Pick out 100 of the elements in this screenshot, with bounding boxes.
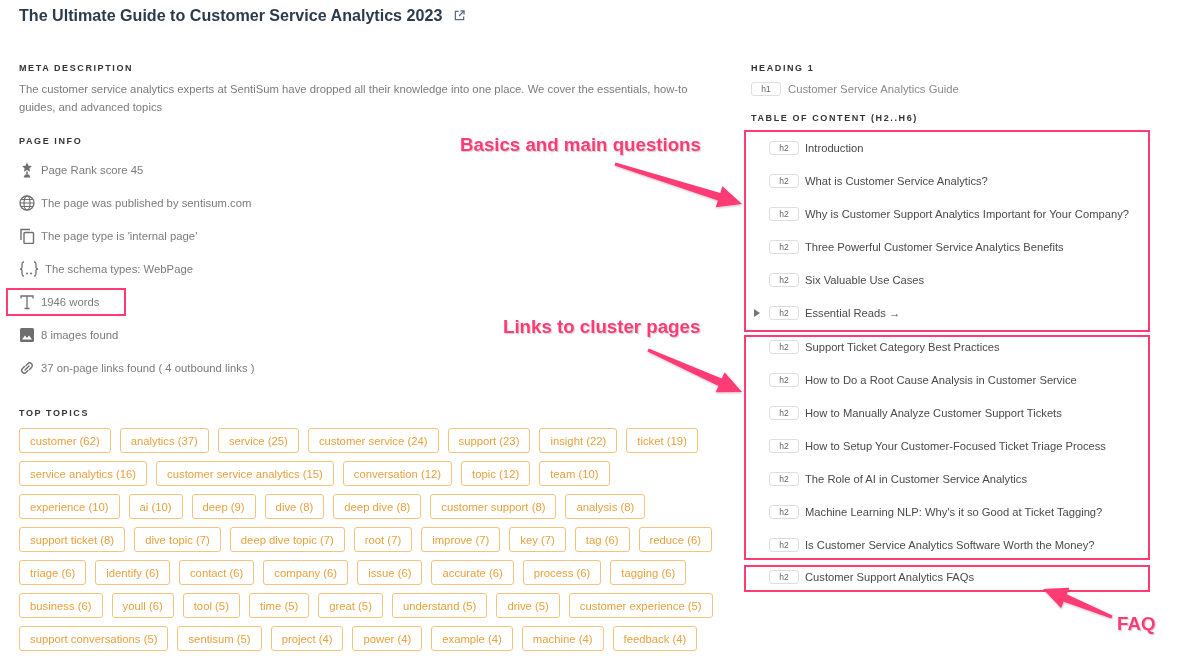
section-label: PAGE INFO: [19, 135, 83, 148]
topic-tag: project (4): [270, 626, 344, 651]
toc-heading-text: Three Powerful Customer Service Analytics Benefits: [805, 241, 1064, 253]
topic-tag: process (6): [522, 560, 602, 585]
toc-heading-text: Essential Reads →: [805, 307, 901, 319]
topic-tag: improve (7): [421, 527, 501, 552]
topic-tag: service analytics (16): [19, 461, 148, 486]
topic-tag: understand (5): [391, 593, 488, 618]
text-t-icon: [19, 294, 35, 310]
topic-tag: triage (6): [19, 560, 87, 585]
topic-tag: customer support (8): [430, 494, 557, 519]
toc-heading-text: Machine Learning NLP: Why's it so Good at Ticket Tagging?: [805, 506, 1103, 518]
toc-heading-text: Is Customer Service Analytics Software Worth the Money?: [805, 539, 1095, 551]
page-info-text: Page Rank score 45: [41, 164, 144, 176]
external-link-icon[interactable]: [454, 10, 466, 21]
section-label: TABLE OF CONTENT (H2..H6): [751, 112, 918, 125]
page-info-text: The page type is 'internal page': [41, 230, 198, 242]
toc-heading-text: The Role of AI in Customer Service Analytics: [805, 473, 1027, 485]
heading-level-badge: h2: [769, 406, 799, 420]
heading-1-text: Customer Service Analytics Guide: [788, 83, 959, 95]
topic-tag: accurate (6): [431, 560, 514, 585]
topic-tag: issue (6): [357, 560, 423, 585]
toc-heading-text: How to Setup Your Customer-Focused Ticket Triage Process: [805, 440, 1106, 452]
braces-icon: [19, 261, 39, 277]
topic-tag: time (5): [248, 593, 310, 618]
heading-level-badge: h1: [751, 82, 781, 96]
topic-tag: support ticket (8): [19, 527, 126, 552]
topic-tag: business (6): [19, 593, 103, 618]
toc-heading-text: What is Customer Service Analytics?: [805, 175, 988, 187]
toc-heading-text: Why is Customer Support Analytics Important for Your Company?: [805, 208, 1129, 220]
topic-tag: company (6): [263, 560, 349, 585]
topic-tag: deep dive topic (7): [229, 527, 345, 552]
toc-heading-text: Six Valuable Use Cases: [805, 274, 925, 286]
topic-tag: team (10): [539, 461, 610, 486]
topic-tag: feedback (4): [612, 626, 698, 651]
heading-level-badge: h2: [769, 439, 799, 453]
heading-level-badge: h2: [769, 472, 799, 486]
globe-icon: [19, 195, 35, 211]
topic-tag: tagging (6): [610, 560, 687, 585]
topic-tag: drive (5): [496, 593, 560, 618]
toc-heading-text: Support Ticket Category Best Practices: [805, 341, 1000, 353]
page-info-text: 1946 words: [41, 296, 100, 308]
heading-level-badge: h2: [769, 570, 799, 584]
topic-tag: example (4): [431, 626, 513, 651]
heading-level-badge: h2: [769, 174, 799, 188]
topic-tag: support conversations (5): [19, 626, 169, 651]
topic-tag: analysis (8): [565, 494, 646, 519]
heading-level-badge: h2: [769, 505, 799, 519]
topic-tag: youll (6): [111, 593, 174, 618]
topic-tag: key (7): [509, 527, 566, 552]
topic-tag: tool (5): [182, 593, 240, 618]
callout-label: Links to cluster pages: [503, 315, 701, 339]
topic-tag: topic (12): [461, 461, 531, 486]
heading-level-badge: h2: [769, 240, 799, 254]
topic-tag: support (23): [447, 428, 531, 453]
topic-tag: insight (22): [539, 428, 618, 453]
topic-tag: customer service (24): [307, 428, 439, 453]
topic-tag: tag (6): [574, 527, 630, 552]
topic-tag: service (25): [217, 428, 299, 453]
topic-tag: sentisum (5): [177, 626, 262, 651]
heading-level-badge: h2: [769, 538, 799, 552]
heading-level-badge: h2: [769, 306, 799, 320]
heading-level-badge: h2: [769, 141, 799, 155]
topic-tag: root (7): [353, 527, 413, 552]
heading-level-badge: h2: [769, 273, 799, 287]
topic-tag: customer service analytics (15): [156, 461, 334, 486]
topic-tag: deep dive (8): [333, 494, 422, 519]
topic-tag: deep (9): [191, 494, 256, 519]
topic-tag: machine (4): [521, 626, 604, 651]
heading-level-badge: h2: [769, 373, 799, 387]
topic-tag: analytics (37): [119, 428, 209, 453]
callout-label: FAQ: [1117, 612, 1156, 636]
topic-tag: power (4): [352, 626, 423, 651]
section-label: META DESCRIPTION: [19, 62, 134, 75]
page-info-text: The page was published by sentisum.com: [41, 197, 252, 209]
section-label: HEADING 1: [751, 62, 815, 75]
toc-heading-text: Customer Support Analytics FAQs: [805, 571, 975, 583]
heading-level-badge: h2: [769, 207, 799, 221]
toc-heading-text: Introduction: [805, 142, 864, 154]
topic-tag: dive (8): [264, 494, 325, 519]
topic-tag: ticket (19): [626, 428, 698, 453]
section-label: TOP TOPICS: [19, 407, 90, 420]
topic-tag: identify (6): [95, 560, 170, 585]
topic-tag: great (5): [318, 593, 383, 618]
topic-tag: experience (10): [19, 494, 120, 519]
copy-pages-icon: [19, 228, 35, 244]
toc-heading-text: How to Do a Root Cause Analysis in Customer Service: [805, 374, 1077, 386]
page-info-text: The schema types: WebPage: [45, 263, 193, 275]
link-icon: [19, 360, 35, 376]
topic-tag: conversation (12): [342, 461, 453, 486]
heading-level-badge: h2: [769, 340, 799, 354]
topic-tag: ai (10): [128, 494, 183, 519]
page-title: The Ultimate Guide to Customer Service Analytics 2023: [19, 6, 443, 25]
caret-icon[interactable]: [754, 309, 760, 317]
topic-tag: reduce (6): [638, 527, 712, 552]
topic-tag: dive topic (7): [134, 527, 221, 552]
callout-label: Basics and main questions: [460, 133, 701, 157]
page-info-text: 37 on-page links found ( 4 outbound links ): [41, 362, 255, 374]
meta-description-text: The customer service analytics experts at SentiSum have dropped all their knowledge into one place. We cover the essentials, how-to guides, and advanced topics: [19, 82, 689, 115]
toc-heading-text: How to Manually Analyze Customer Support Tickets: [805, 407, 1062, 419]
